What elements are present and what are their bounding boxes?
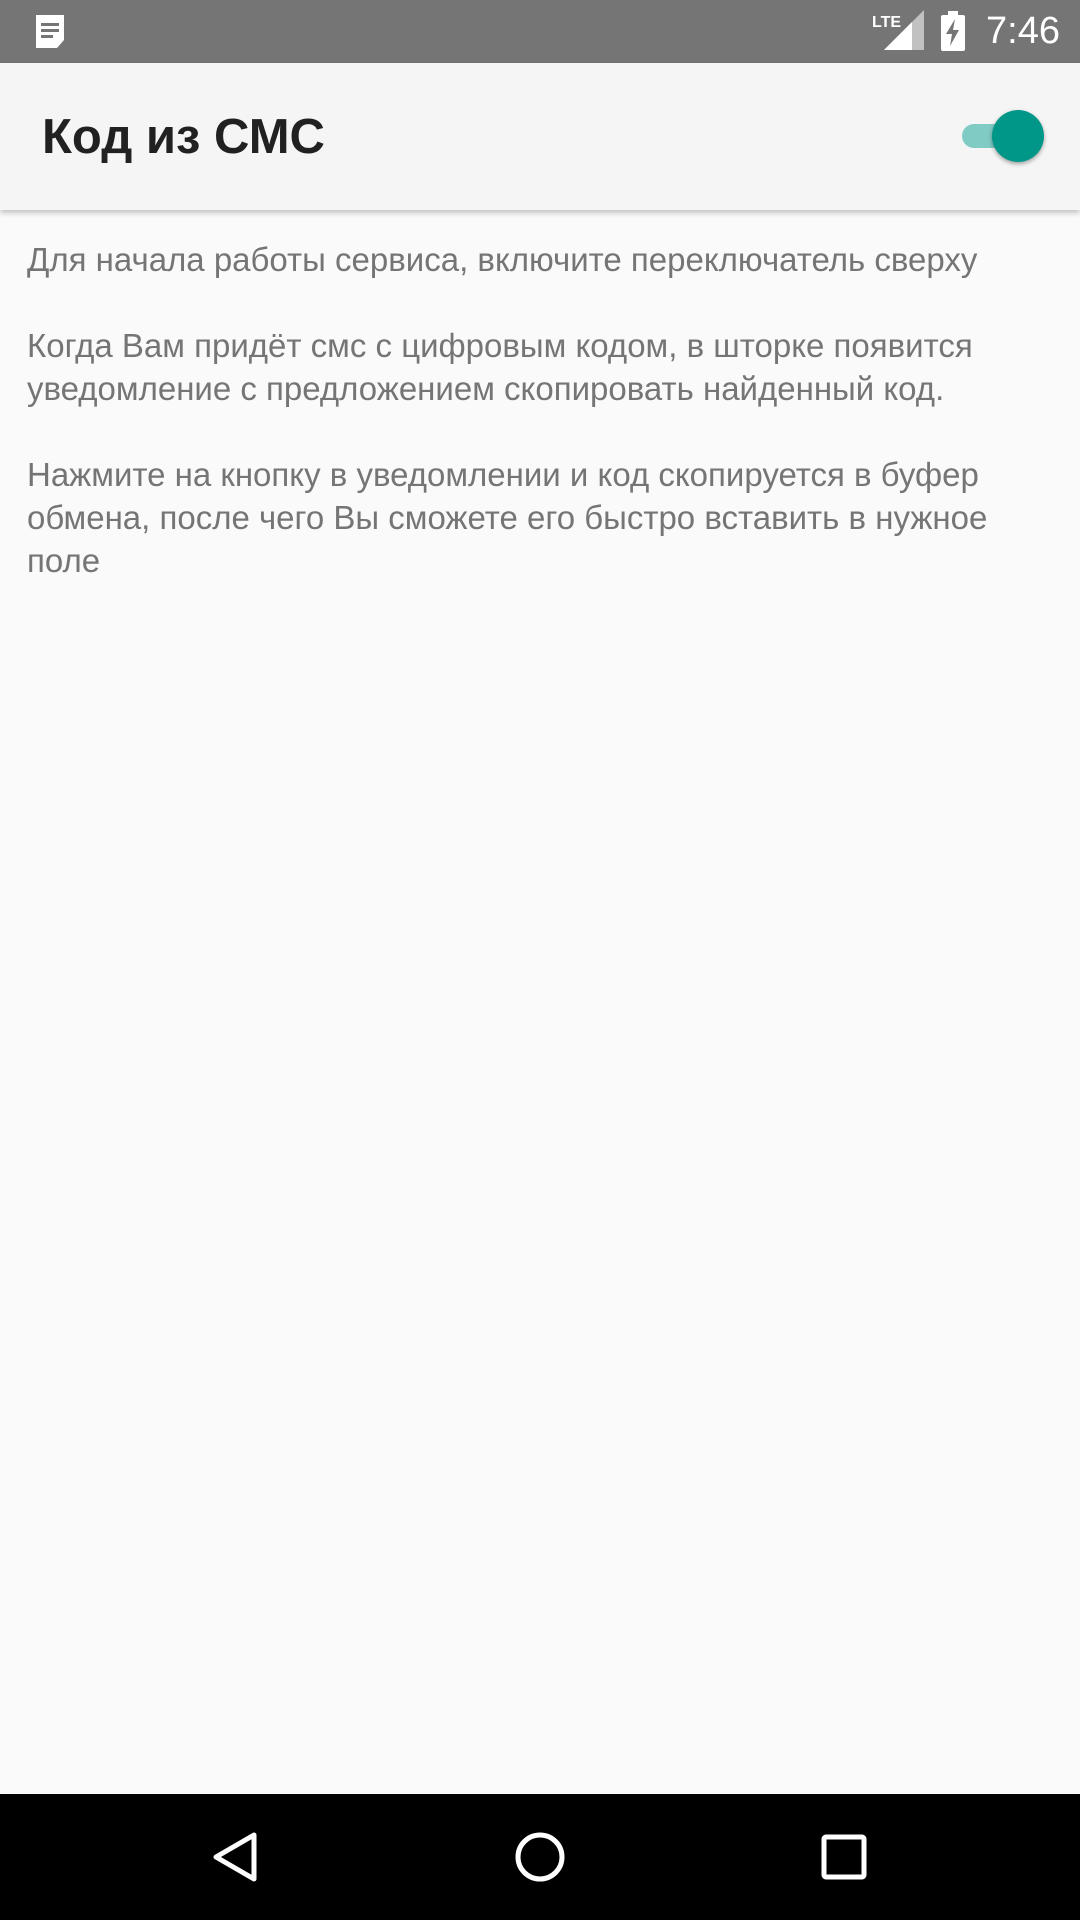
navigation-bar: [0, 1794, 1080, 1920]
app-bar: Код из СМС: [0, 63, 1080, 210]
toggle-thumb: [992, 110, 1044, 162]
back-icon[interactable]: [204, 1825, 268, 1889]
status-bar: LTE 7:46: [0, 0, 1080, 63]
recent-apps-icon[interactable]: [812, 1825, 876, 1889]
instruction-paragraph-2: Когда Вам придёт смс с цифровым кодом, в…: [27, 327, 973, 407]
network-type-label: LTE: [872, 14, 901, 31]
battery-charging-icon: [941, 11, 965, 51]
instructions: Для начала работы сервиса, включите пере…: [27, 238, 1007, 625]
notification-icon: [36, 15, 64, 48]
status-time: 7:46: [986, 10, 1060, 52]
home-icon[interactable]: [508, 1825, 572, 1889]
instruction-paragraph-1: Для начала работы сервиса, включите пере…: [27, 241, 978, 278]
lte-signal-icon: LTE: [872, 10, 924, 50]
service-toggle[interactable]: [960, 108, 1046, 164]
instruction-paragraph-3: Нажмите на кнопку в уведомлении и код ск…: [27, 456, 988, 579]
page-title: Код из СМС: [42, 110, 325, 164]
